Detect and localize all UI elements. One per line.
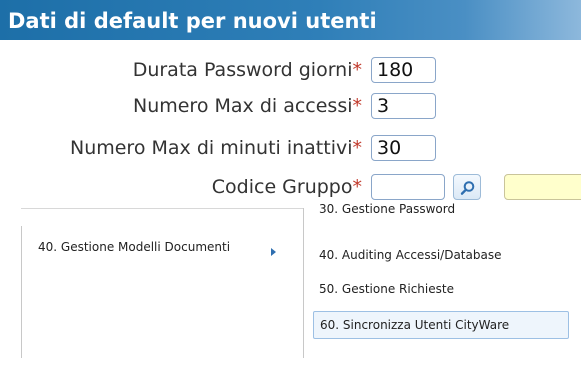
submenu-item-gestione-richieste[interactable]: 50. Gestione Richieste [313,276,569,304]
password-days-label: Durata Password giorni [132,59,353,81]
submenu-item-sincronizza-utenti[interactable]: 60. Sincronizza Utenti CityWare [313,311,569,339]
password-days-input[interactable]: 180 [371,57,436,83]
section-title: Dati di default per nuovi utenti [8,9,377,33]
submenu-arrow-icon [271,248,276,256]
submenu: 30. Gestione Password 40. Auditing Acces… [303,202,581,358]
required-mark: * [352,176,363,198]
group-code-label: Codice Gruppo [211,176,353,198]
form-row-max-access: Numero Max di accessi* [0,92,362,120]
submenu-item-gestione-password[interactable]: 30. Gestione Password [313,196,569,216]
menu-item-gestione-modelli[interactable]: 40. Gestione Modelli Documenti [38,240,230,254]
max-idle-input[interactable]: 30 [371,135,436,161]
max-idle-label: Numero Max di minuti inattivi [69,137,353,159]
menu-left-column: 40. Gestione Modelli Documenti [21,226,302,358]
form-row-group-code: Codice Gruppo* [0,173,362,201]
form-row-password-days: Durata Password giorni* [0,56,362,84]
max-access-input[interactable]: 3 [371,93,436,119]
max-access-label: Numero Max di accessi [132,95,353,117]
search-icon [460,181,475,195]
form-row-max-idle: Numero Max di minuti inattivi* [0,134,362,162]
submenu-item-auditing[interactable]: 40. Auditing Accessi/Database [313,242,569,270]
section-header: Dati di default per nuovi utenti [0,0,581,40]
required-mark: * [352,95,363,117]
required-mark: * [352,59,363,81]
required-mark: * [352,137,363,159]
